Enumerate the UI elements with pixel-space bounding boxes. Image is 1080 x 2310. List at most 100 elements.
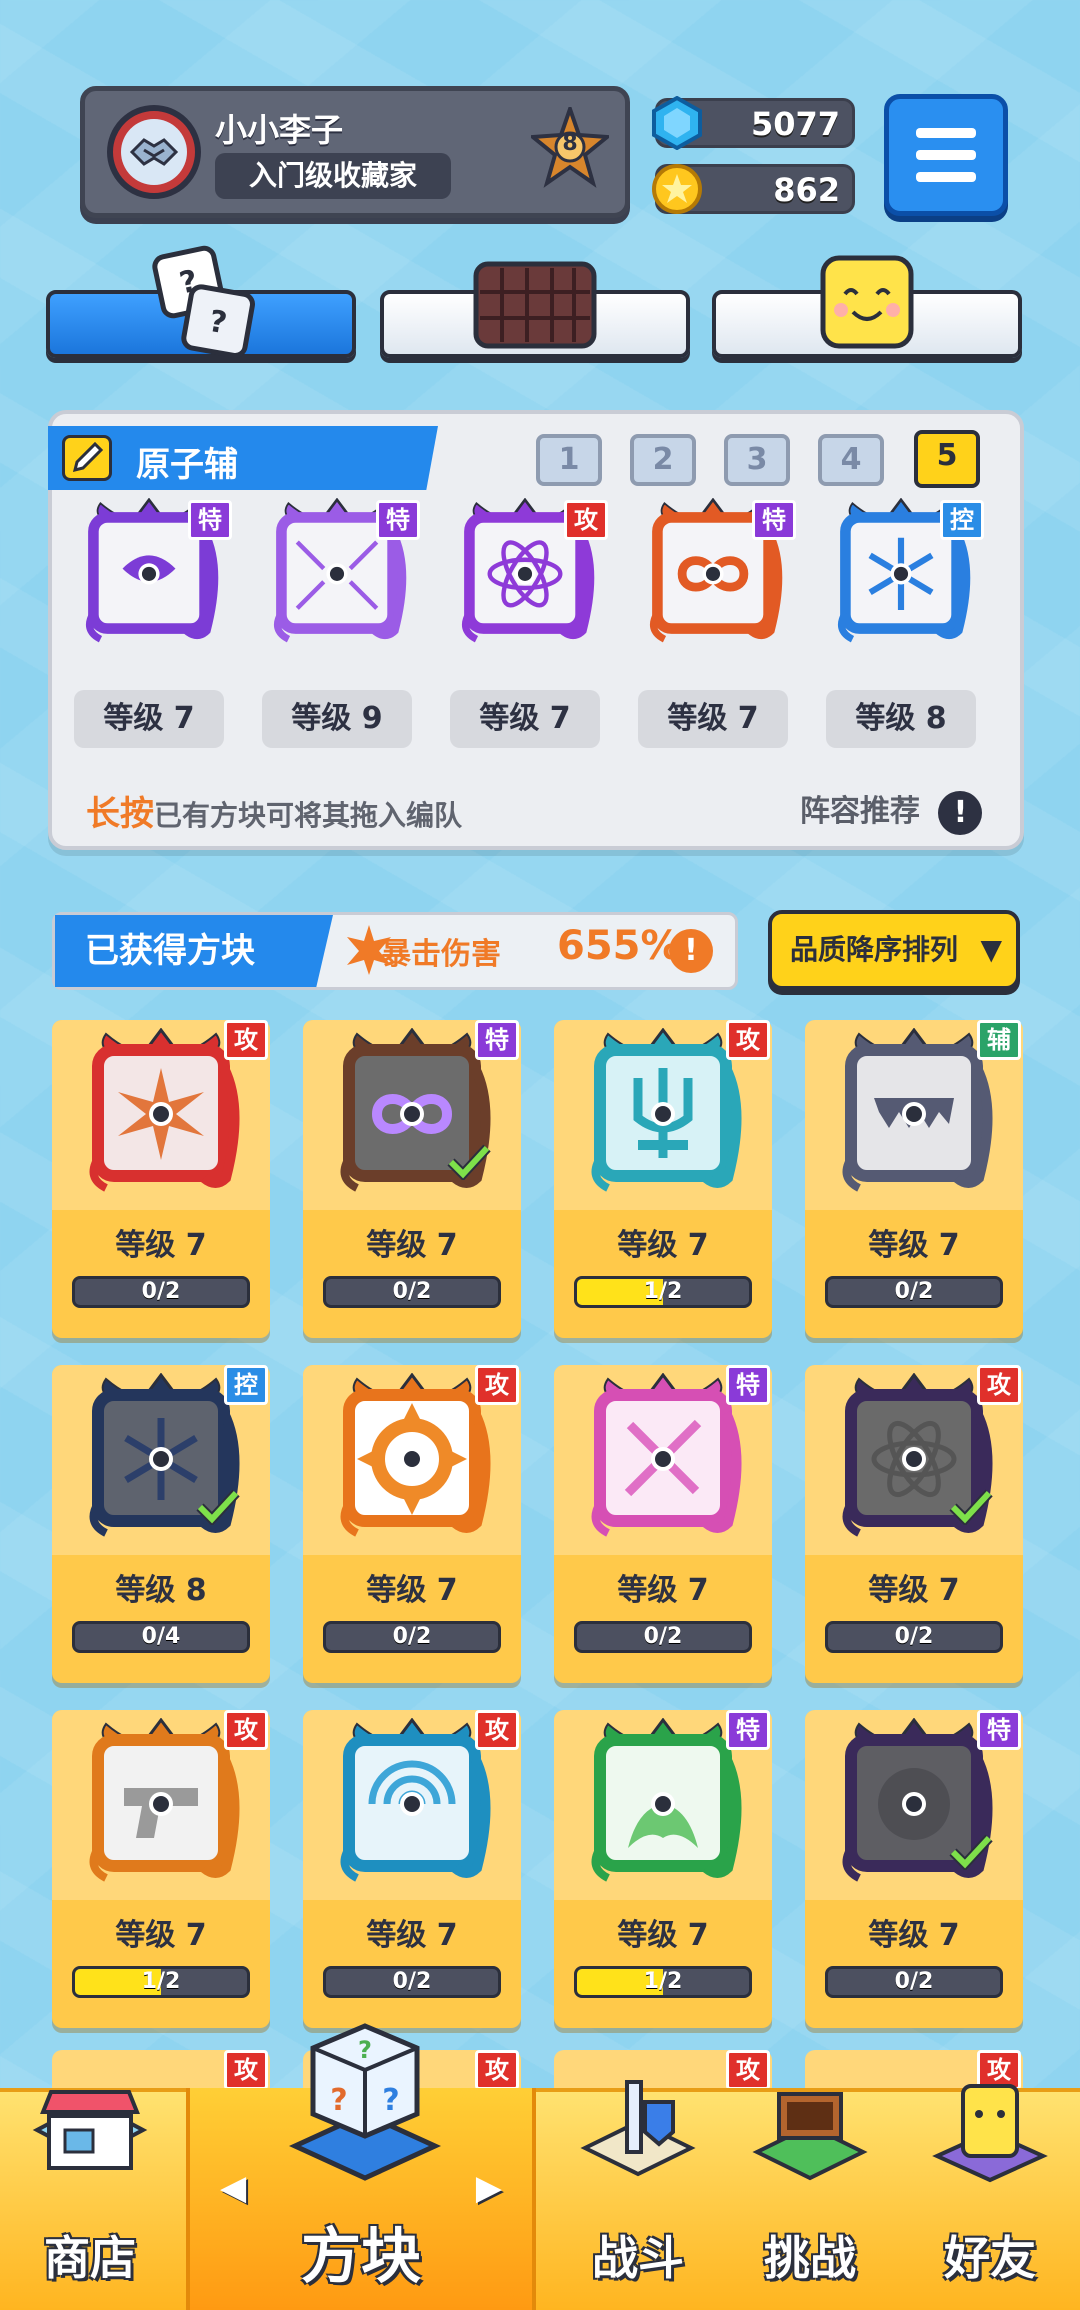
deck-name: 原子辅 xyxy=(136,445,238,485)
block-card[interactable]: 攻等级 7 0/2 xyxy=(52,1020,270,1338)
block-card[interactable]: 攻等级 7 0/2 xyxy=(805,1365,1023,1683)
next-arrow-icon[interactable]: ▶ xyxy=(476,2168,502,2208)
prev-arrow-icon[interactable]: ◀ xyxy=(220,2168,246,2208)
hamburger-icon-line xyxy=(916,150,976,160)
lineup-block-card[interactable]: 控 xyxy=(826,497,984,658)
block-card[interactable]: 控等级 8 0/4 xyxy=(52,1365,270,1683)
player-title: 入门级收藏家 xyxy=(215,153,451,199)
block-card[interactable]: 辅等级 7 0/2 xyxy=(805,1020,1023,1338)
block-art-icon xyxy=(76,1027,246,1198)
block-art-icon xyxy=(327,1717,497,1888)
block-card[interactable]: 特等级 7 0/2 xyxy=(554,1365,772,1683)
block-type-tag: 攻 xyxy=(475,1365,519,1405)
block-level: 等级 7 xyxy=(617,1573,709,1608)
block-type-tag: 特 xyxy=(188,500,232,540)
upgrade-progress-bar: 1/2 xyxy=(72,1966,250,1998)
tab-face[interactable] xyxy=(712,255,1022,358)
block-art-icon xyxy=(327,1372,497,1543)
handshake-icon xyxy=(129,138,179,166)
lineup-block-card[interactable]: 攻 xyxy=(450,497,608,658)
upgrade-progress-bar: 0/2 xyxy=(323,1276,501,1308)
block-level: 等级 7 xyxy=(868,1573,960,1608)
progress-text: 0/2 xyxy=(392,1624,432,1649)
progress-text: 0/2 xyxy=(894,1969,934,1994)
nav-blocks-label: 方块 xyxy=(301,2222,421,2292)
bottom-nav: 商店 战斗 挑战 好友 xyxy=(0,2080,1080,2310)
drag-hint: 长按已有方块可将其拖入编队 xyxy=(86,786,462,835)
crit-value: 655% xyxy=(557,923,681,969)
sort-label: 品质降序排列 xyxy=(790,933,959,966)
block-card[interactable]: 攻等级 7 0/2 xyxy=(303,1710,521,2028)
coin-counter[interactable]: 862 xyxy=(652,164,855,214)
deck-slot-tab-4[interactable]: 4 xyxy=(818,434,884,486)
board-icon xyxy=(473,261,597,349)
progress-text: 1/2 xyxy=(643,1969,683,1994)
nav-battle-label: 战斗 xyxy=(592,2231,684,2285)
block-card[interactable]: 特等级 7 0/2 xyxy=(303,1020,521,1338)
deck-banner[interactable]: 原子辅 xyxy=(48,426,438,490)
block-level: 等级 7 xyxy=(366,1573,458,1608)
block-level: 等级 8 xyxy=(115,1573,207,1608)
nav-shop-label: 商店 xyxy=(44,2231,136,2285)
lineup-block-card[interactable]: 特 xyxy=(638,497,796,658)
deck-slot-tab-1[interactable]: 1 xyxy=(536,434,602,486)
block-card[interactable]: 特等级 7 0/2 xyxy=(805,1710,1023,2028)
player-name: 小小李子 xyxy=(215,111,344,149)
nav-challenge[interactable]: 挑战 xyxy=(720,2092,900,2310)
nav-battle[interactable]: 战斗 xyxy=(548,2080,728,2310)
deck-slot-tab-2[interactable]: 2 xyxy=(630,434,696,486)
coin-value: 862 xyxy=(773,171,840,209)
tab-board[interactable] xyxy=(380,261,690,358)
deck-slot-tab-3[interactable]: 3 xyxy=(724,434,790,486)
sort-dropdown[interactable]: 品质降序排列 ▼ xyxy=(768,910,1020,990)
gem-counter[interactable]: 5077 xyxy=(652,96,855,150)
block-art-icon xyxy=(578,1372,748,1543)
pencil-icon[interactable] xyxy=(62,435,112,481)
lineup-block-card[interactable]: 特 xyxy=(262,497,420,658)
upgrade-progress-bar: 0/2 xyxy=(825,1276,1003,1308)
lineup-level-label: 等级 7 xyxy=(74,690,224,748)
block-type-tag: 攻 xyxy=(224,2050,268,2090)
block-type-tag: 特 xyxy=(475,1020,519,1060)
block-card[interactable]: 特等级 7 1/2 xyxy=(554,1710,772,2028)
block-card[interactable]: 攻等级 7 0/2 xyxy=(303,1365,521,1683)
svg-text:?: ? xyxy=(382,2083,399,2118)
crit-info-icon[interactable]: ! xyxy=(669,929,713,973)
upgrade-progress-bar: 0/4 xyxy=(72,1621,250,1653)
menu-button[interactable] xyxy=(884,94,1008,216)
nav-blocks[interactable]: ? ? ? ◀ ▶ 方块 xyxy=(186,2023,536,2310)
nav-shop[interactable]: 商店 xyxy=(0,2090,180,2310)
block-level: 等级 7 xyxy=(115,1918,207,1953)
upgrade-progress-bar: 0/2 xyxy=(323,1966,501,1998)
progress-text: 1/2 xyxy=(643,1279,683,1304)
mystery-block-icon: ? ? ? xyxy=(288,2023,442,2181)
avatar[interactable] xyxy=(107,105,201,199)
upgrade-progress-bar: 1/2 xyxy=(574,1276,752,1308)
block-type-tag: 控 xyxy=(940,500,984,540)
info-icon: ! xyxy=(938,790,983,835)
tab-dice[interactable]: ? ? xyxy=(46,245,356,359)
progress-text: 0/2 xyxy=(894,1624,934,1649)
deck-slot-tab-5[interactable]: 5 xyxy=(914,430,980,488)
lineup-block-card[interactable]: 特 xyxy=(74,497,232,658)
progress-text: 0/2 xyxy=(643,1624,683,1649)
progress-text: 1/2 xyxy=(141,1969,181,1994)
challenge-icon xyxy=(752,2092,868,2181)
block-type-tag: 特 xyxy=(726,1710,770,1750)
block-card[interactable]: 攻等级 7 1/2 xyxy=(52,1710,270,2028)
gem-value: 5077 xyxy=(750,105,840,143)
block-art-icon xyxy=(578,1717,748,1888)
equipped-check-icon xyxy=(196,1489,240,1525)
lineup-level-label: 等级 7 xyxy=(450,690,600,748)
recommend-button[interactable]: 阵容推荐 ! xyxy=(800,786,983,835)
nav-friends[interactable]: 好友 xyxy=(900,2084,1080,2310)
block-level: 等级 7 xyxy=(868,1918,960,1953)
progress-text: 0/4 xyxy=(141,1624,181,1649)
block-card[interactable]: 攻等级 7 1/2 xyxy=(554,1020,772,1338)
block-type-tag: 控 xyxy=(224,1365,268,1405)
block-level: 等级 7 xyxy=(868,1228,960,1263)
block-art-icon xyxy=(578,1027,748,1198)
rank-badge[interactable]: 8 xyxy=(527,102,613,199)
profile-card[interactable]: 小小李子 入门级收藏家 8 xyxy=(80,86,630,218)
block-level: 等级 7 xyxy=(115,1228,207,1263)
